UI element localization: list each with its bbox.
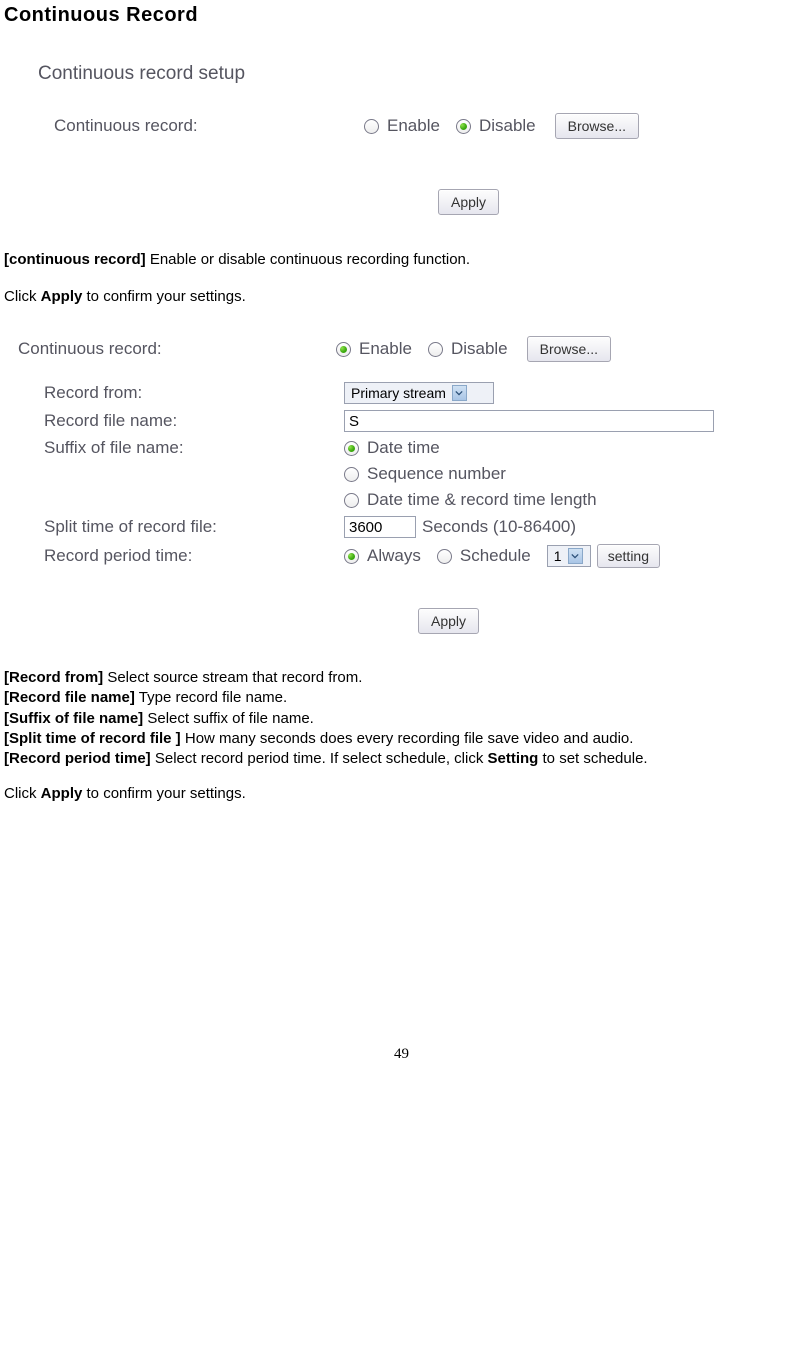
desc-block-2: [Record from] Select source stream that … [4, 668, 799, 769]
desc-key-continuous-record: [continuous record] [4, 251, 146, 268]
chevron-down-icon [452, 385, 467, 401]
hint-split-time: Seconds (10-86400) [422, 517, 576, 537]
radio-period-always[interactable] [344, 549, 359, 564]
radio-enable-2[interactable] [336, 342, 351, 357]
apply-button[interactable]: Apply [438, 189, 499, 215]
radio-suffix-datetime-label: Date time [367, 438, 440, 458]
browse-button-2[interactable]: Browse... [527, 336, 611, 362]
radio-period-always-label: Always [367, 546, 421, 566]
apply-button-2[interactable]: Apply [418, 608, 479, 634]
radio-disable[interactable] [456, 119, 471, 134]
radio-enable-label-2: Enable [359, 339, 412, 359]
desc-click-apply-2: Click Apply to confirm your settings. [4, 783, 799, 806]
label-record-from: Record from: [18, 383, 344, 403]
page-number: 49 [4, 1046, 799, 1063]
input-split-time[interactable] [344, 516, 416, 538]
radio-suffix-datetime-length[interactable] [344, 493, 359, 508]
radio-disable-label: Disable [479, 116, 536, 136]
radio-suffix-datetime[interactable] [344, 441, 359, 456]
label-period-time: Record period time: [18, 546, 344, 566]
radio-suffix-sequence[interactable] [344, 467, 359, 482]
radio-suffix-sequence-label: Sequence number [367, 464, 506, 484]
select-schedule-number-value: 1 [554, 548, 562, 564]
browse-button[interactable]: Browse... [555, 113, 639, 139]
setting-button[interactable]: setting [597, 544, 660, 568]
radio-disable-2[interactable] [428, 342, 443, 357]
label-record-file-name: Record file name: [18, 411, 344, 431]
radio-enable[interactable] [364, 119, 379, 134]
page-title: Continuous Record [4, 4, 799, 27]
desc-text-continuous-record: Enable or disable continuous recording f… [146, 251, 470, 268]
radio-disable-label-2: Disable [451, 339, 508, 359]
panel-continuous-record-detail: Continuous record: Enable Disable Browse… [14, 332, 795, 650]
panel-heading: Continuous record setup [38, 63, 785, 85]
radio-period-schedule[interactable] [437, 549, 452, 564]
radio-period-schedule-label: Schedule [460, 546, 531, 566]
select-record-from[interactable]: Primary stream [344, 382, 494, 404]
label-split-time: Split time of record file: [18, 517, 344, 537]
panel-continuous-record-setup: Continuous record setup Continuous recor… [34, 57, 789, 231]
select-record-from-value: Primary stream [351, 385, 446, 401]
select-schedule-number[interactable]: 1 [547, 545, 591, 567]
radio-suffix-datetime-length-label: Date time & record time length [367, 490, 597, 510]
desc-continuous-record: [continuous record] Enable or disable co… [4, 249, 799, 272]
label-continuous-record: Continuous record: [54, 116, 364, 136]
radio-enable-label: Enable [387, 116, 440, 136]
desc-click-apply-1: Click Apply to confirm your settings. [4, 286, 799, 309]
input-record-file-name[interactable] [344, 410, 714, 432]
label-suffix: Suffix of file name: [18, 438, 344, 458]
chevron-down-icon [568, 548, 583, 564]
label-continuous-record-2: Continuous record: [18, 339, 336, 359]
